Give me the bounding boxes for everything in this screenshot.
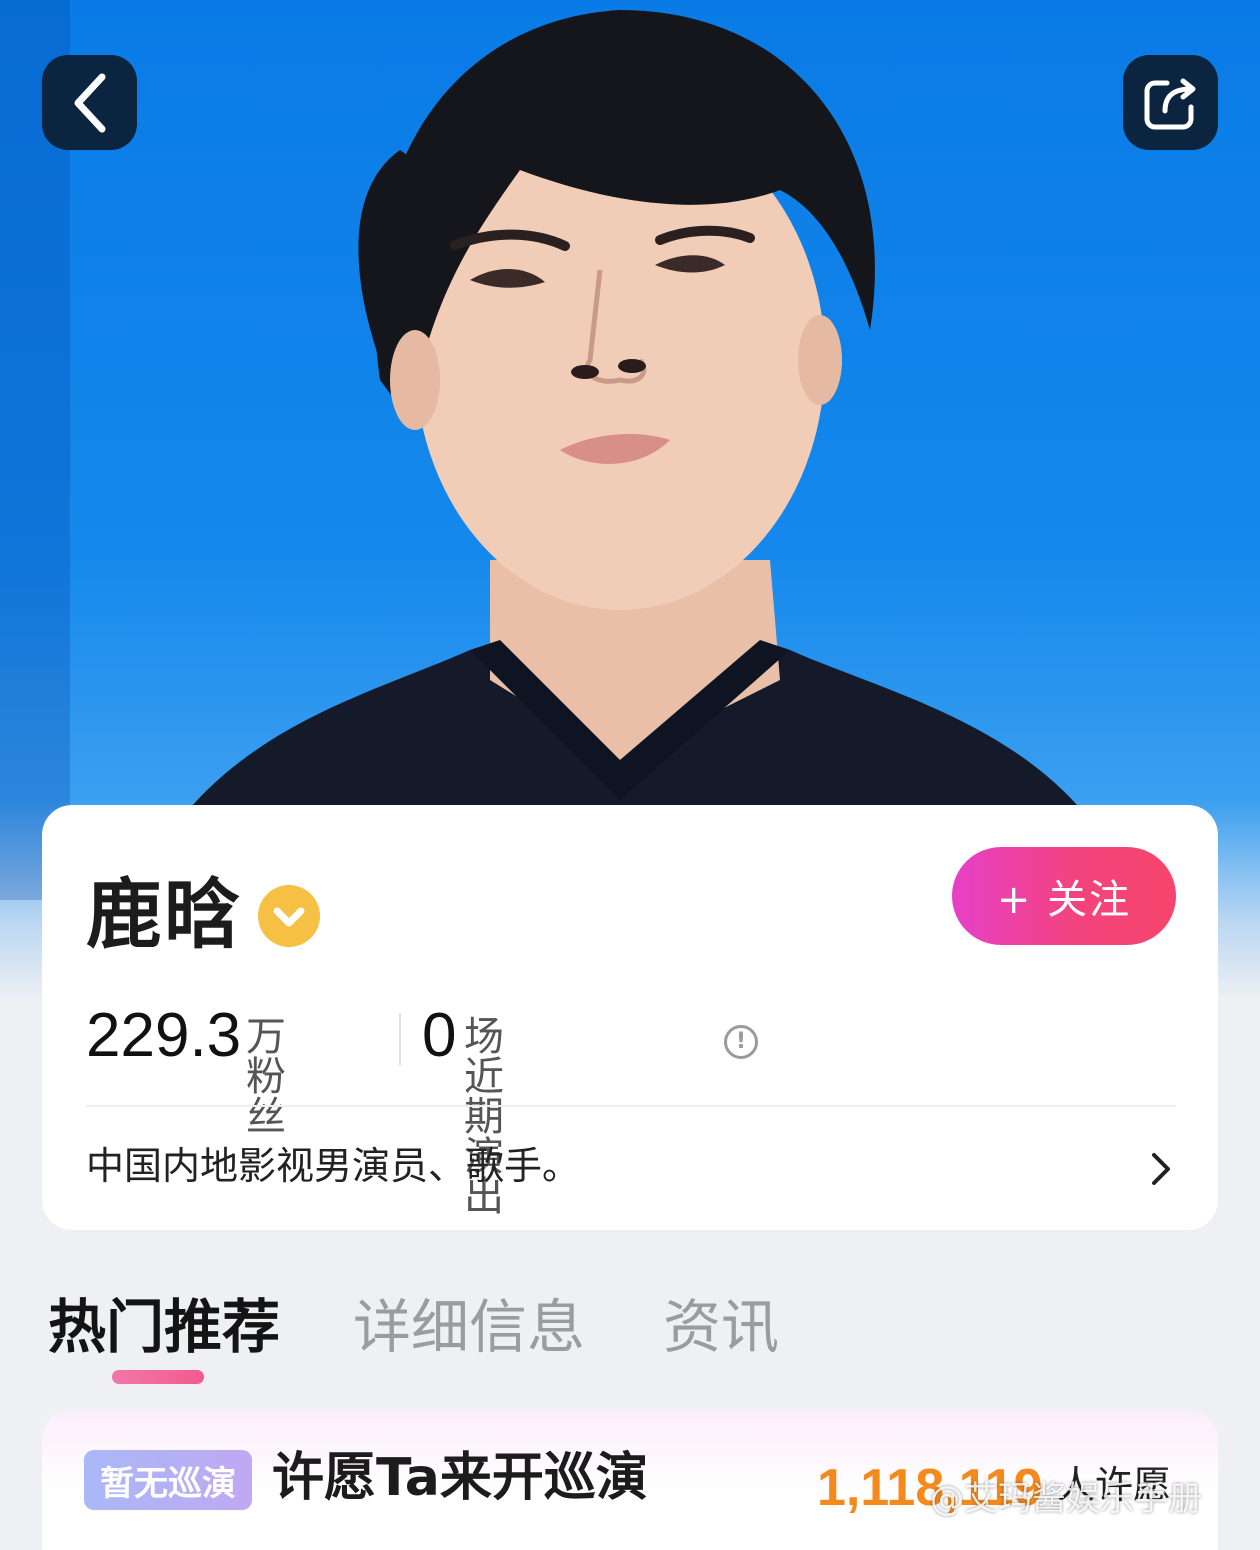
share-icon	[1144, 78, 1195, 129]
active-tab-indicator	[112, 1370, 204, 1384]
back-arrow-icon	[74, 73, 105, 132]
back-button[interactable]	[42, 55, 137, 150]
follow-button[interactable]: + 关注	[952, 847, 1176, 945]
artist-name: 鹿晗	[86, 870, 242, 959]
card-divider	[86, 1105, 1176, 1107]
tab-details[interactable]: 详细信息	[353, 1298, 585, 1356]
no-tour-badge: 暂无巡演	[84, 1450, 252, 1510]
content-tabs: 热门推荐 详细信息 资讯	[0, 1290, 1260, 1390]
fans-count: 229.3	[86, 1001, 242, 1070]
watermark: @艾玛酱娱乐手册	[930, 1479, 1202, 1519]
shows-count: 0	[422, 1001, 457, 1070]
info-icon[interactable]: !	[724, 1025, 758, 1059]
fans-label: 万粉丝	[246, 1014, 286, 1140]
tab-news[interactable]: 资讯	[663, 1298, 779, 1356]
chevron-right-icon[interactable]	[1150, 1149, 1172, 1189]
tab-hot-recommend[interactable]: 热门推荐	[48, 1298, 280, 1356]
verified-icon	[258, 885, 320, 947]
tour-wish-title[interactable]: 许愿Ta来开巡演	[272, 1452, 648, 1504]
artist-bio[interactable]: 中国内地影视男演员、歌手。	[86, 1147, 580, 1185]
share-button[interactable]	[1123, 55, 1218, 150]
stats-divider	[399, 1013, 401, 1065]
artist-profile-card: 鹿晗 + 关注 229.3 万粉丝 0 场近期演出 ! 中国内地影视男演员、歌手…	[42, 805, 1218, 1230]
